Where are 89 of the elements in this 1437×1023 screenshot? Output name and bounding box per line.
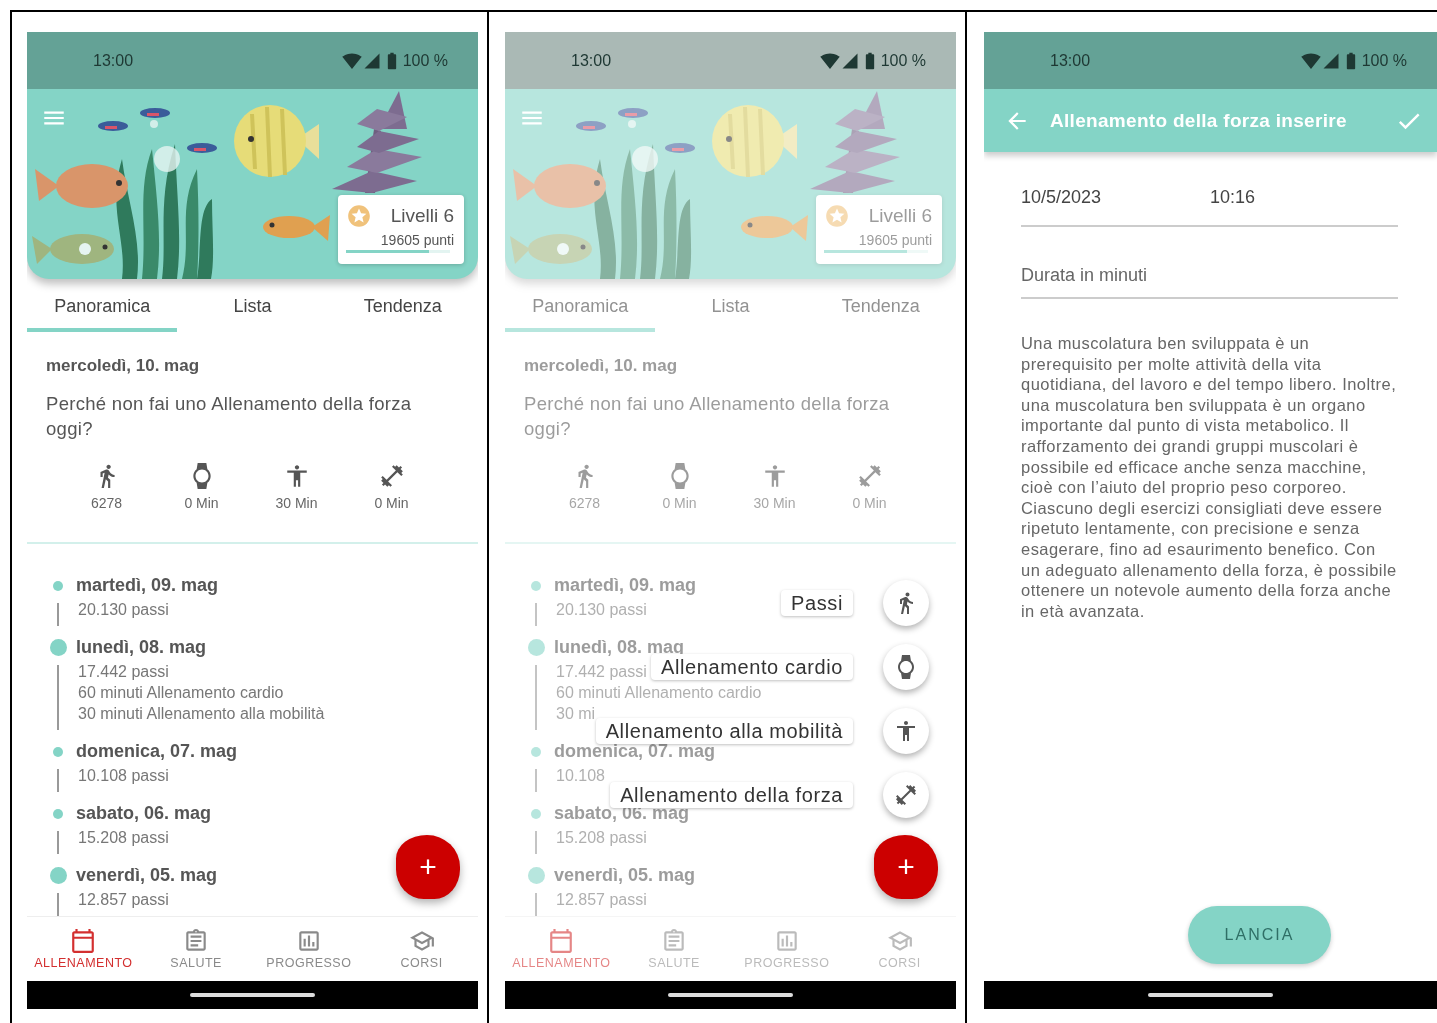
- stat-value: 0 Min: [374, 495, 409, 511]
- signal-icon: [840, 51, 859, 70]
- star-icon: [346, 203, 372, 229]
- entry-detail: 17.442 passi: [78, 662, 169, 682]
- tab[interactable]: Panoramica: [27, 279, 178, 332]
- entry-detail: 17.442 passi: [556, 662, 647, 682]
- duration-field[interactable]: Durata in minuti: [1021, 227, 1398, 299]
- clock-text: 13:00: [93, 51, 134, 70]
- entry-date: domenica, 07. mag: [76, 740, 238, 763]
- action-label: Passi: [781, 590, 853, 616]
- entry-detail: 20.130 passi: [78, 600, 169, 620]
- entry-date: lunedì, 08. mag: [76, 636, 207, 659]
- points-text: 19605 punti: [858, 232, 932, 248]
- timeline-line: [57, 665, 59, 730]
- entry-date: martedì, 09. mag: [76, 574, 219, 597]
- calendar-icon: [70, 928, 97, 954]
- stat-value: 6278: [568, 495, 601, 511]
- entry-detail: 15.208 passi: [78, 828, 169, 848]
- add-button[interactable]: +: [874, 835, 938, 899]
- entry-date: sabato, 06. mag: [76, 802, 212, 825]
- points-text: 19605 punti: [380, 232, 454, 248]
- entry-detail: 30 minuti Allenamento alla mobilità: [78, 704, 325, 724]
- timeline-line: [535, 831, 537, 854]
- calendar-icon: [548, 928, 575, 954]
- level-title: Livelli 6: [390, 205, 454, 227]
- action-label: Allenamento cardio: [651, 654, 853, 680]
- timeline-line: [57, 769, 59, 792]
- action-label: Allenamento alla mobilità: [595, 718, 853, 744]
- today-date: mercoledì, 10. mag: [46, 356, 201, 376]
- stat-value: 0 Min: [852, 495, 887, 511]
- dumbbell-icon: [378, 463, 405, 489]
- timeline-line: [57, 893, 59, 916]
- battery-text: 100 %: [880, 51, 926, 70]
- home-indicator[interactable]: [1148, 993, 1273, 997]
- action-label: Allenamento della forza: [610, 782, 853, 808]
- clock-text: 13:00: [571, 51, 612, 70]
- stat-value: 0 Min: [662, 495, 697, 511]
- stat-value: 6278: [90, 495, 123, 511]
- person-arms-out-icon: [894, 719, 918, 743]
- date-value[interactable]: 10/5/2023: [1021, 187, 1210, 208]
- timeline-line: [535, 665, 537, 730]
- action-button[interactable]: [883, 708, 929, 754]
- launch-button[interactable]: LANCIA: [1188, 906, 1331, 964]
- star-icon: [824, 203, 850, 229]
- workout-prompt: Perché non fai uno Allenamento della forza oggi?: [524, 392, 891, 441]
- entry-date: venerdì, 05. mag: [76, 864, 218, 887]
- home-indicator[interactable]: [190, 993, 315, 997]
- description-text: Una muscolatura ben sviluppata è un prerequisito per molte attività della vita quotidiana, del lavoro e del tempo libero. Inoltre, una muscolatura ben sviluppata è un organo importante dal punto di vista metabolico. Il rafforzamento dei grandi gruppi muscolari è possibile ed efficace anche senza macchine, cioè con l’aiuto del proprio peso corporeo. Ciascuno degli esercizi consigliati deve essere ripetuto lentamente, con precisione e senza esagerare, fino ad esaurimento benefico. Con un adeguato allenamento della forza, è possibile ottenere un notevole aumento della forza anche in età avanzata.: [1021, 333, 1398, 622]
- entry-detail: 60 minuti Allenamento cardio: [556, 683, 762, 703]
- entry-date: martedì, 09. mag: [554, 574, 697, 597]
- clock-text: 13:00: [1050, 51, 1091, 70]
- add-button[interactable]: +: [396, 835, 460, 899]
- entry-detail: 10.108 passi: [78, 766, 169, 786]
- time-value[interactable]: 10:16: [1210, 187, 1256, 208]
- entry-detail: 12.857 passi: [556, 890, 647, 910]
- signal-icon: [1321, 51, 1340, 70]
- timeline-line: [57, 603, 59, 626]
- entry-detail: 15.208 passi: [556, 828, 647, 848]
- today-date: mercoledì, 10. mag: [524, 356, 679, 376]
- battery-text: 100 %: [402, 51, 448, 70]
- level-title: Livelli 6: [868, 205, 932, 227]
- timeline-line: [535, 769, 537, 792]
- tab[interactable]: Lista: [655, 279, 806, 332]
- screen-title: Allenamento della forza inserire: [1050, 109, 1348, 132]
- home-indicator[interactable]: [668, 993, 793, 997]
- tab[interactable]: Tendenza: [805, 279, 956, 332]
- entry-date: venerdì, 05. mag: [554, 864, 696, 887]
- timeline-line: [535, 603, 537, 626]
- entry-detail: 12.857 passi: [78, 890, 169, 910]
- entry-detail: 10.108: [556, 766, 605, 786]
- signal-icon: [362, 51, 381, 70]
- stat-value: 30 Min: [275, 495, 318, 511]
- entry-detail: 60 minuti Allenamento cardio: [78, 683, 284, 703]
- dumbbell-icon: [894, 783, 918, 807]
- battery-text: 100 %: [1361, 51, 1407, 70]
- timeline-line: [57, 831, 59, 854]
- timeline-line: [535, 893, 537, 916]
- dumbbell-icon: [856, 463, 883, 489]
- tab[interactable]: Panoramica: [505, 279, 656, 332]
- entry-detail: 20.130 passi: [556, 600, 647, 620]
- stat-value: 0 Min: [184, 495, 219, 511]
- tab[interactable]: Lista: [177, 279, 328, 332]
- action-button[interactable]: [883, 644, 929, 690]
- tab[interactable]: Tendenza: [327, 279, 478, 332]
- action-button[interactable]: [883, 580, 929, 626]
- entry-detail: 30 mi: [556, 704, 596, 724]
- workout-prompt: Perché non fai uno Allenamento della forza oggi?: [46, 392, 413, 441]
- stat-value: 30 Min: [753, 495, 796, 511]
- action-button[interactable]: [883, 772, 929, 818]
